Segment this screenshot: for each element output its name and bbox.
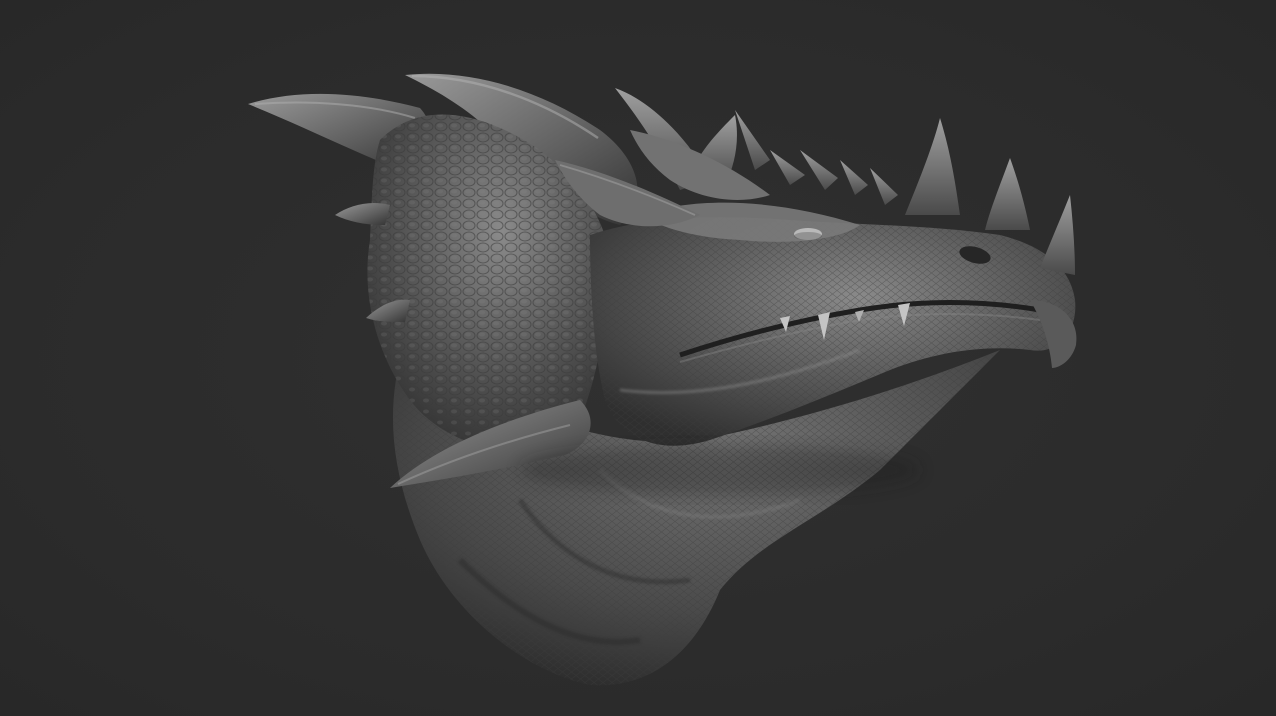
dragon-head-sculpt: [248, 73, 1077, 686]
sculpt-viewport[interactable]: [0, 0, 1276, 716]
